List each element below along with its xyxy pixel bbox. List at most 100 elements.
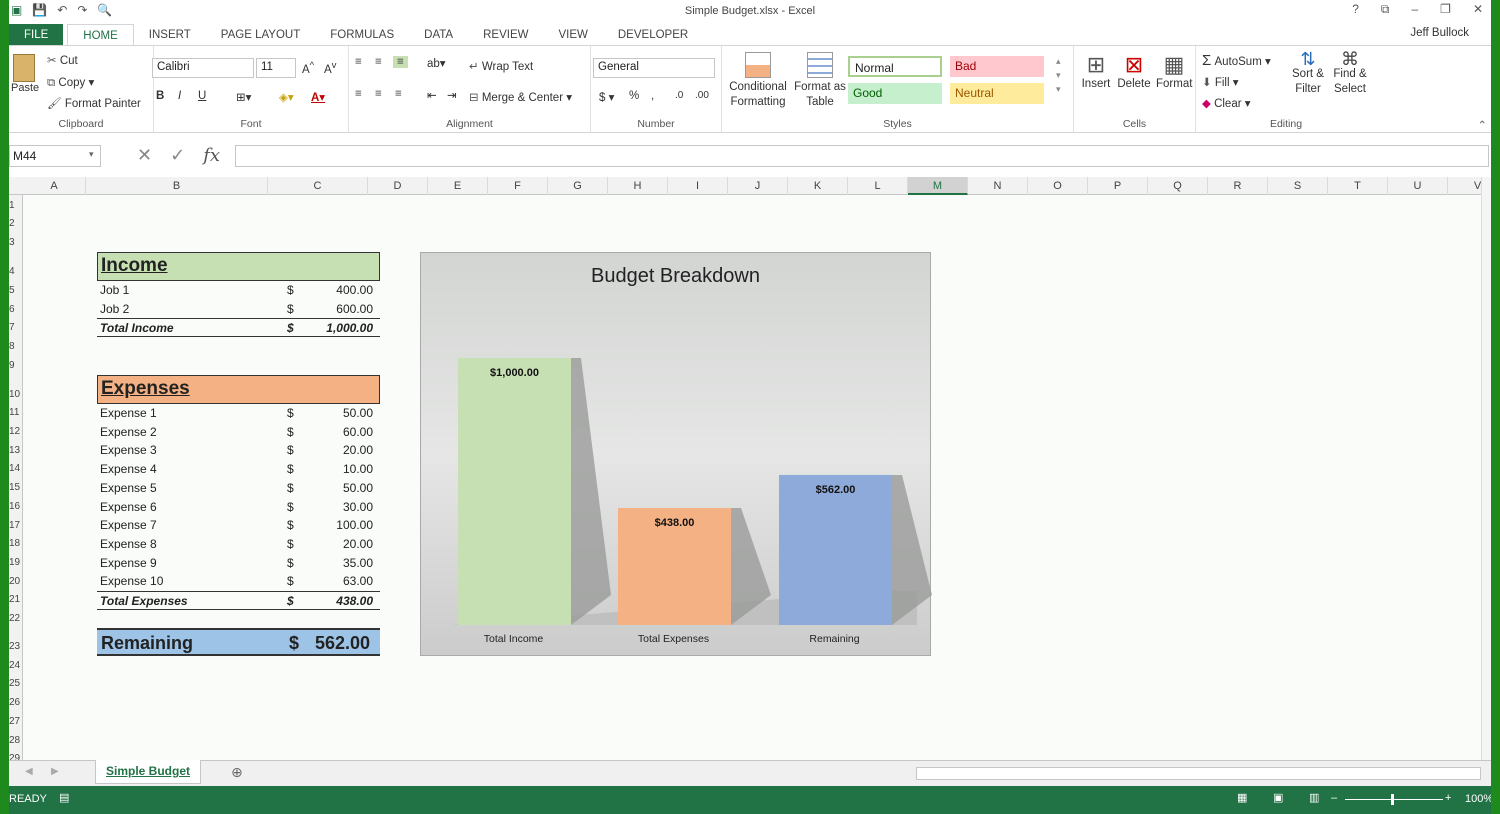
- new-sheet-icon[interactable]: ⊕: [231, 764, 243, 781]
- row-header[interactable]: 6: [9, 304, 22, 315]
- align-center-icon[interactable]: ≡: [375, 88, 382, 100]
- enter-icon[interactable]: ✓: [170, 145, 185, 166]
- row-header[interactable]: 28: [9, 735, 22, 746]
- expenses-header[interactable]: Expenses: [97, 375, 380, 404]
- zoom-in-icon[interactable]: +: [1445, 792, 1451, 804]
- tab-file[interactable]: FILE: [9, 24, 64, 46]
- delete-cells-button[interactable]: ⊠ Delete: [1116, 52, 1152, 90]
- table-row[interactable]: Expense 8 $20.00: [97, 535, 380, 554]
- tab-formulas[interactable]: FORMULAS: [315, 24, 409, 46]
- italic-button[interactable]: I: [178, 90, 181, 102]
- row-header[interactable]: 11: [9, 407, 22, 418]
- column-header[interactable]: S: [1268, 177, 1328, 195]
- format-as-table-button[interactable]: Format as Table: [794, 52, 846, 110]
- row-header[interactable]: 5: [9, 285, 22, 296]
- insert-function-icon[interactable]: fx: [203, 145, 220, 166]
- row-header[interactable]: 12: [9, 426, 22, 437]
- style-neutral[interactable]: Neutral: [950, 83, 1044, 104]
- collapse-ribbon-icon[interactable]: ⌃: [1477, 118, 1487, 132]
- ribbon-display-icon[interactable]: ⧉: [1381, 2, 1390, 17]
- row-header[interactable]: 4: [9, 266, 22, 277]
- copy-button[interactable]: ⧉ Copy ▾: [47, 75, 94, 90]
- row-header[interactable]: 14: [9, 463, 22, 474]
- zoom-level[interactable]: 100%: [1465, 793, 1491, 805]
- shrink-font-button[interactable]: Av: [324, 60, 336, 76]
- font-color-icon[interactable]: A▾: [311, 90, 325, 104]
- row-header[interactable]: 10: [9, 389, 22, 400]
- help-icon[interactable]: ?: [1352, 2, 1359, 17]
- expenses-total-row[interactable]: Total Expenses $438.00: [97, 591, 380, 610]
- merge-center-button[interactable]: ⊟ Merge & Center ▾: [469, 90, 572, 104]
- row-header[interactable]: 2: [9, 218, 22, 229]
- table-row[interactable]: Expense 4 $10.00: [97, 460, 380, 479]
- align-bottom-icon[interactable]: ≡: [393, 56, 408, 68]
- sort-filter-button[interactable]: ⇅ Sort & Filter: [1288, 50, 1328, 97]
- currency-button[interactable]: $ ▾: [599, 90, 614, 104]
- normal-view-icon[interactable]: ▦: [1237, 791, 1247, 804]
- decrease-indent-icon[interactable]: ⇤: [427, 88, 437, 102]
- number-format-select[interactable]: General: [593, 58, 715, 78]
- row-header[interactable]: 13: [9, 445, 22, 456]
- align-left-icon[interactable]: ≡: [355, 88, 362, 100]
- row-header[interactable]: 22: [9, 613, 22, 624]
- row-header[interactable]: 29: [9, 753, 22, 760]
- style-normal[interactable]: Normal: [848, 56, 942, 77]
- row-header[interactable]: 17: [9, 520, 22, 531]
- grow-font-button[interactable]: A^: [302, 60, 314, 76]
- column-header[interactable]: C: [268, 177, 368, 195]
- column-header[interactable]: L: [848, 177, 908, 195]
- row-header[interactable]: 20: [9, 576, 22, 587]
- budget-chart[interactable]: $1,000.00 Total Income $438.00 Total Expens…: [420, 252, 932, 656]
- tab-developer[interactable]: DEVELOPER: [603, 24, 703, 46]
- wrap-text-button[interactable]: ↵ Wrap Text: [469, 59, 533, 73]
- column-header[interactable]: M: [908, 177, 968, 195]
- column-header[interactable]: N: [968, 177, 1028, 195]
- borders-icon[interactable]: ⊞▾: [236, 90, 251, 104]
- align-top-icon[interactable]: ≡: [355, 56, 362, 68]
- chart-bar[interactable]: [779, 474, 892, 625]
- tab-insert[interactable]: INSERT: [134, 24, 206, 46]
- minimize-icon[interactable]: –: [1411, 2, 1418, 17]
- name-box[interactable]: M44: [9, 145, 101, 167]
- column-header[interactable]: Q: [1148, 177, 1208, 195]
- zoom-out-icon[interactable]: –: [1331, 792, 1337, 804]
- clear-button[interactable]: ◆ Clear ▾: [1202, 96, 1251, 110]
- row-header[interactable]: 8: [9, 341, 22, 352]
- increase-decimal-icon[interactable]: .0: [675, 90, 683, 101]
- column-header[interactable]: O: [1028, 177, 1088, 195]
- font-size-select[interactable]: 11: [256, 58, 296, 78]
- underline-button[interactable]: U: [198, 90, 206, 102]
- zoom-slider[interactable]: [1345, 799, 1443, 800]
- next-sheet-icon[interactable]: ▶: [51, 766, 59, 777]
- column-header[interactable]: F: [488, 177, 548, 195]
- decrease-decimal-icon[interactable]: .00: [695, 90, 709, 101]
- row-header[interactable]: 18: [9, 538, 22, 549]
- column-header[interactable]: I: [668, 177, 728, 195]
- worksheet-grid[interactable]: Income Job 1 $400.00 Job 2 $600.00 Total Inc…: [23, 195, 1481, 760]
- tab-page-layout[interactable]: PAGE LAYOUT: [206, 24, 315, 46]
- styles-scroll-icon[interactable]: ▴ ▾ ▾: [1056, 54, 1061, 96]
- format-cells-button[interactable]: ▦ Format: [1156, 52, 1192, 90]
- conditional-formatting-button[interactable]: Conditional Formatting: [724, 52, 792, 110]
- table-row[interactable]: Expense 3 $20.00: [97, 441, 380, 460]
- fill-color-icon[interactable]: ◈▾: [279, 90, 294, 104]
- page-layout-view-icon[interactable]: ▣: [1273, 791, 1283, 804]
- align-right-icon[interactable]: ≡: [395, 88, 402, 100]
- table-row[interactable]: Expense 10 $63.00: [97, 572, 380, 591]
- row-header[interactable]: 7: [9, 322, 22, 333]
- row-header[interactable]: 23: [9, 641, 22, 652]
- fill-button[interactable]: ⬇ Fill ▾: [1202, 75, 1239, 89]
- row-header[interactable]: 9: [9, 360, 22, 371]
- column-header[interactable]: B: [86, 177, 268, 195]
- table-row[interactable]: Job 2 $600.00: [97, 300, 380, 319]
- find-select-button[interactable]: ⌘ Find & Select: [1330, 50, 1370, 97]
- vertical-scrollbar[interactable]: [1481, 177, 1491, 760]
- table-row[interactable]: Expense 5 $50.00: [97, 479, 380, 498]
- autosum-button[interactable]: Σ AutoSum ▾: [1202, 52, 1271, 69]
- restore-icon[interactable]: ❐: [1440, 2, 1451, 17]
- comma-icon[interactable]: ,: [651, 90, 654, 102]
- row-header[interactable]: 24: [9, 660, 22, 671]
- cut-button[interactable]: ✂ Cut: [47, 53, 78, 67]
- style-bad[interactable]: Bad: [950, 56, 1044, 77]
- row-header[interactable]: 3: [9, 237, 22, 248]
